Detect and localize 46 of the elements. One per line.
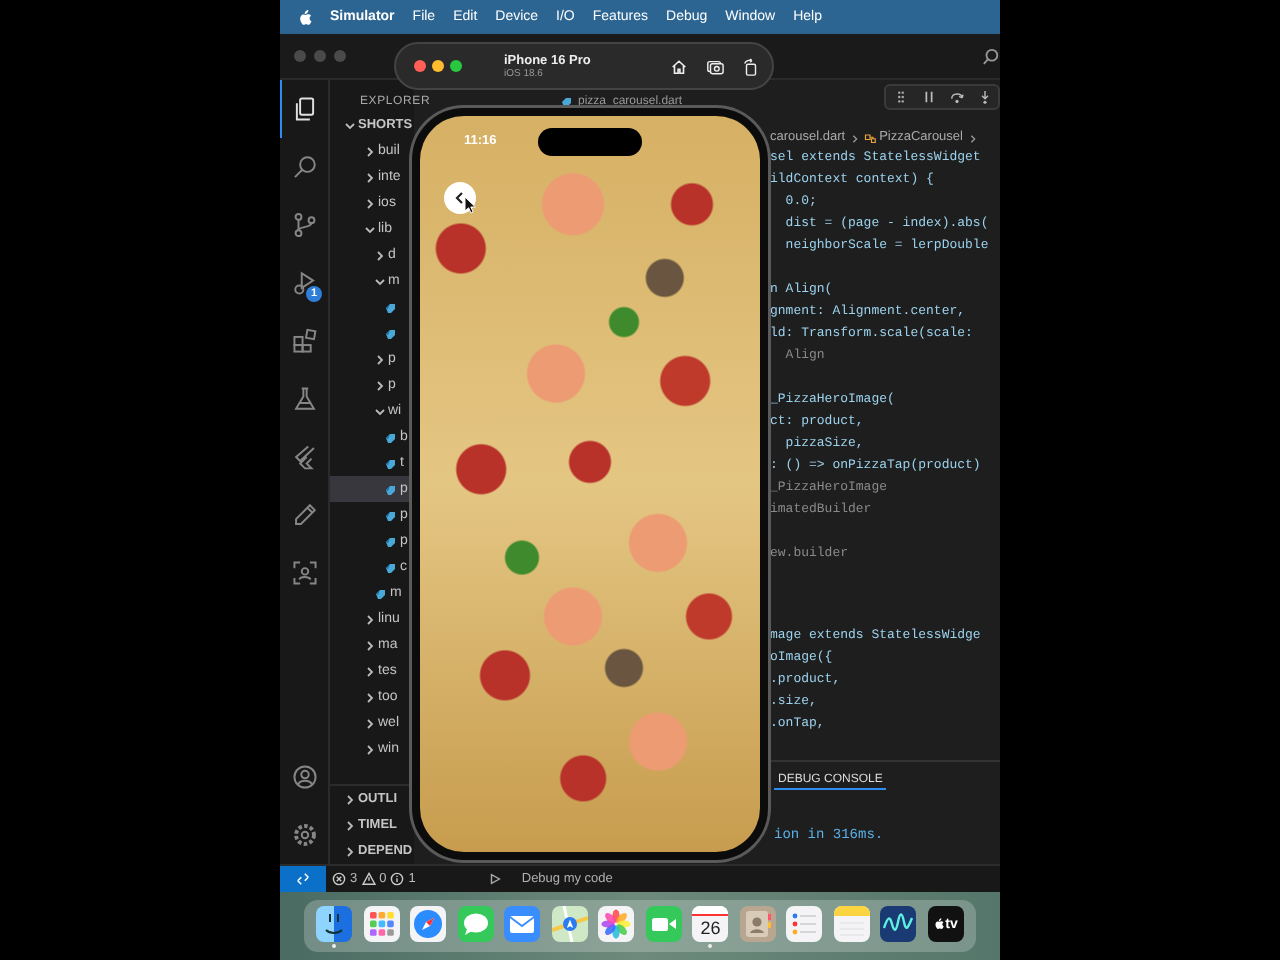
minimize-button[interactable] [432,60,444,72]
list-app-icon[interactable] [786,906,823,942]
info-icon [390,872,405,886]
close-button[interactable] [414,60,426,72]
chevron-icon [849,134,860,144]
camera-cutout [538,128,642,156]
file-icon [384,301,396,313]
zoom-button[interactable] [450,60,462,72]
grid-app-icon[interactable] [363,906,400,942]
remote-icon [296,872,310,886]
wave-app-icon[interactable] [880,906,917,942]
flower-app-icon[interactable] [598,906,635,942]
contact-card-app-icon[interactable] [739,906,776,942]
class-symbol-icon [863,132,876,144]
play-icon [487,872,502,886]
notepad-app-icon[interactable] [833,906,870,942]
step-into-icon[interactable] [977,90,991,104]
file-icon [384,327,396,339]
file-icon [384,483,396,495]
pointer-cursor-icon [464,196,476,214]
file-icon [384,509,396,521]
file-icon [374,587,386,599]
calendar-app-icon[interactable]: 26 [692,906,729,942]
search-icon[interactable] [982,47,1000,65]
chevron-icon [967,134,977,144]
map-app-icon[interactable] [551,906,588,942]
file-icon [384,431,396,443]
file-icon [384,535,396,547]
chat-bubble-app-icon[interactable] [457,906,494,942]
pause-icon[interactable] [921,90,935,104]
file-icon [384,457,396,469]
home-icon[interactable] [670,57,688,75]
remote-button[interactable] [280,866,326,892]
file-icon [384,561,396,573]
rotate-icon[interactable] [742,57,760,75]
video-camera-app-icon[interactable] [645,906,682,942]
error-icon [332,872,346,886]
screenshot-icon[interactable] [706,57,724,75]
compass-app-icon[interactable] [410,906,447,942]
drag-handle-icon[interactable] [893,90,907,104]
chevron-icon [452,190,468,206]
step-over-icon[interactable] [949,90,963,104]
face-app-icon[interactable] [316,906,353,942]
warning-icon [361,872,376,886]
apple-logo-icon[interactable] [298,9,312,25]
envelope-app-icon[interactable] [504,906,541,942]
